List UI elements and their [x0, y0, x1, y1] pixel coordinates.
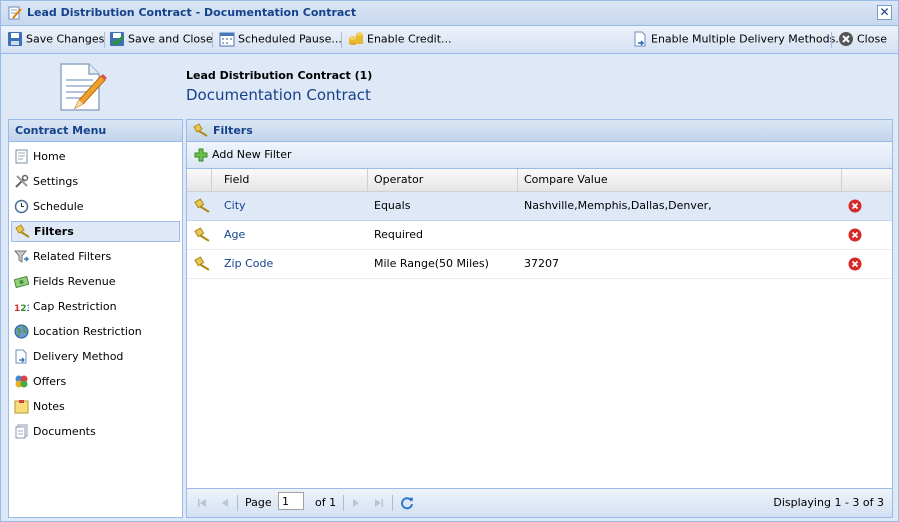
window-close-button[interactable]: ✕ — [877, 5, 892, 20]
table-row[interactable]: Age Required — [187, 221, 892, 250]
last-page-icon[interactable] — [373, 497, 385, 509]
schedule-icon — [14, 199, 29, 214]
settings-icon — [15, 174, 29, 188]
sidebar-item-settings[interactable]: Settings — [11, 171, 180, 192]
save-icon — [8, 32, 22, 46]
scheduled-pause-button[interactable]: Scheduled Pause... — [219, 31, 342, 49]
pager-separator — [237, 495, 238, 511]
cell-field[interactable]: Zip Code — [218, 250, 367, 278]
save-changes-button[interactable]: Save Changes — [7, 31, 104, 49]
save-check-icon — [110, 32, 124, 46]
sidebar-item-schedule[interactable]: Schedule — [11, 196, 180, 217]
sidebar-item-location-restriction[interactable]: Location Restriction — [11, 321, 180, 342]
sidebar-item-home[interactable]: Home — [11, 146, 180, 167]
cell-operator: Equals — [374, 199, 411, 212]
cell-field[interactable]: Age — [218, 221, 367, 249]
column-header-icon — [187, 169, 212, 191]
documents-icon — [15, 424, 28, 439]
enable-multiple-delivery-button[interactable]: Enable Multiple Delivery Methods... — [632, 31, 846, 49]
money-icon — [14, 275, 29, 289]
globe-icon — [14, 324, 29, 339]
sidebar-item-documents[interactable]: Documents — [11, 421, 180, 442]
svg-text:123: 123 — [14, 304, 29, 314]
table-row[interactable]: City Equals Nashville,Memphis,Dallas,Den… — [187, 192, 892, 221]
calendar-icon — [219, 32, 235, 47]
page-number-input[interactable] — [278, 492, 304, 510]
related-filters-icon — [14, 250, 29, 263]
toolbar-separator — [341, 32, 342, 48]
contract-header: Lead Distribution Contract (1) Documenta… — [5, 54, 894, 117]
edit-document-large-icon — [60, 63, 107, 111]
first-page-icon[interactable] — [196, 497, 208, 509]
pager-separator — [343, 495, 344, 511]
sidebar-item-filters[interactable]: Filters — [11, 221, 180, 242]
cell-field[interactable]: City — [218, 192, 367, 220]
filter-icon — [194, 227, 210, 242]
cell-compare-value: 37207 — [524, 257, 559, 270]
contract-menu-panel: Contract Menu Home Settings Schedule Fil… — [8, 119, 183, 518]
edit-document-icon — [8, 6, 22, 20]
column-header-compare-value[interactable]: Compare Value — [518, 169, 842, 191]
cell-compare-value — [518, 221, 841, 249]
contract-name: Lead Distribution Contract (1) — [186, 69, 373, 82]
sidebar-item-fields-revenue[interactable]: Fields Revenue — [11, 271, 180, 292]
delete-icon[interactable] — [848, 199, 862, 213]
contract-subtitle: Documentation Contract — [186, 86, 371, 104]
column-header-operator[interactable]: Operator — [368, 169, 518, 191]
add-icon — [194, 148, 208, 162]
column-header-field[interactable]: Field — [218, 169, 368, 191]
offers-icon — [15, 375, 28, 388]
toolbar-separator — [831, 32, 832, 48]
filter-icon — [193, 123, 208, 137]
page-label: Page — [245, 496, 272, 509]
toolbar-separator — [104, 32, 105, 48]
sidebar-item-cap-restriction[interactable]: 123 Cap Restriction — [11, 296, 180, 317]
previous-page-icon[interactable] — [219, 497, 231, 509]
enable-credit-button[interactable]: Enable Credit... — [348, 31, 452, 49]
paging-toolbar: Page of 1 Displaying 1 - 3 of 3 — [187, 488, 892, 517]
window-title: Lead Distribution Contract - Documentati… — [27, 6, 357, 19]
filters-panel-title: Filters — [187, 120, 892, 142]
sidebar-item-delivery-method[interactable]: Delivery Method — [11, 346, 180, 367]
window-titlebar[interactable]: Lead Distribution Contract - Documentati… — [1, 1, 898, 26]
document-arrow-icon — [15, 349, 27, 364]
sidebar-item-notes[interactable]: Notes — [11, 396, 180, 417]
counter-icon: 123 — [14, 304, 29, 314]
grid-header: Field Operator Compare Value — [187, 169, 892, 192]
close-circle-icon — [839, 32, 853, 46]
add-new-filter-button[interactable]: Add New Filter — [194, 148, 292, 162]
delete-icon[interactable] — [848, 228, 862, 242]
page-count-label: of 1 — [315, 496, 337, 509]
filter-icon — [15, 224, 30, 238]
home-icon — [15, 149, 28, 164]
close-button[interactable]: Close — [838, 31, 887, 49]
toolbar-separator — [212, 32, 213, 48]
cell-operator: Mile Range(50 Miles) — [374, 257, 489, 270]
note-icon — [14, 400, 29, 414]
document-arrow-icon — [634, 31, 646, 47]
filter-icon — [194, 256, 210, 271]
sidebar-item-related-filters[interactable]: Related Filters — [11, 246, 180, 267]
sidebar-item-offers[interactable]: Offers — [11, 371, 180, 392]
contract-menu-title: Contract Menu — [9, 120, 182, 142]
cell-compare-value: Nashville,Memphis,Dallas,Denver, — [524, 199, 712, 212]
filter-icon — [194, 198, 210, 213]
cell-operator: Required — [374, 228, 423, 241]
save-and-close-button[interactable]: Save and Close — [109, 31, 213, 49]
filters-panel: Filters Add New Filter Field Operator Co… — [186, 119, 893, 518]
filters-toolbar: Add New Filter — [187, 142, 892, 169]
delete-icon[interactable] — [848, 257, 862, 271]
contract-window: Lead Distribution Contract - Documentati… — [0, 0, 899, 522]
pager-separator — [392, 495, 393, 511]
table-row[interactable]: Zip Code Mile Range(50 Miles) 37207 — [187, 250, 892, 279]
coins-icon — [349, 32, 363, 45]
display-info: Displaying 1 - 3 of 3 — [773, 496, 884, 509]
main-toolbar: Save Changes Save and Close Scheduled Pa… — [1, 26, 898, 54]
refresh-icon[interactable] — [400, 496, 414, 510]
next-page-icon[interactable] — [350, 497, 362, 509]
